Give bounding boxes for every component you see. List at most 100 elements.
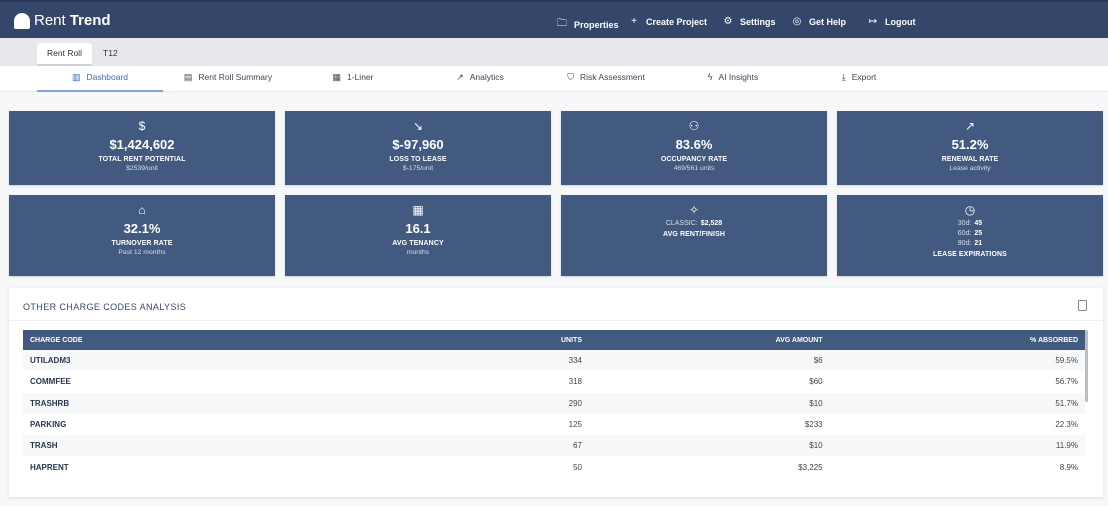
nav-label: Properties	[574, 19, 619, 30]
card-sub: $-175/unit	[402, 165, 434, 172]
card-renewal-rate: ↗ 51.2% RENEWAL RATE Lease activity	[837, 111, 1103, 185]
card-sub: 469/561 units	[673, 165, 715, 172]
nav-get-help[interactable]: ◎ Get Help	[791, 16, 846, 27]
tab-1-liner[interactable]: ▦ 1-Liner	[315, 66, 391, 92]
nav-create-project[interactable]: + Create Project	[628, 16, 707, 27]
nav-label: Settings	[740, 16, 776, 27]
exp-90d: 90d: 21	[837, 240, 1103, 247]
table-scrollbar[interactable]	[1085, 330, 1088, 402]
folder-icon: 🗀	[557, 18, 567, 29]
table-row[interactable]: TRASHRB 290 $10 51.7%	[23, 392, 1085, 414]
tab-analytics[interactable]: ↗ Analytics	[440, 66, 520, 92]
card-label: OCCUPANCY RATE	[660, 156, 728, 163]
charge-code: UTILADM3	[23, 350, 554, 372]
avg-amount: $10	[589, 392, 830, 414]
bar-chart-icon: ▥	[71, 72, 81, 82]
home-icon: ⌂	[138, 203, 146, 217]
logo[interactable]: Rent Trend	[14, 12, 111, 29]
table-row[interactable]: HAPRENT 50 $3,225 8.9%	[23, 456, 1085, 477]
table-row[interactable]: COMMFEE 318 $60 56.7%	[23, 371, 1085, 392]
exp-60d: 60d: 25	[837, 230, 1103, 237]
card-sub: months	[406, 249, 430, 256]
card-occupancy-rate: ⚇ 83.6% OCCUPANCY RATE 469/561 units	[561, 111, 827, 185]
shield-icon: ⛉	[567, 72, 575, 82]
table-row[interactable]: PARKING 125 $233 22.3%	[23, 414, 1085, 435]
card-avg-rent-finish: ✧ CLASSIC: $2,528 AVG RENT/FINISH	[561, 195, 827, 276]
brand-bold: Trend	[69, 12, 111, 29]
card-sub: Lease activity	[949, 165, 991, 172]
card-label: TURNOVER RATE	[111, 240, 173, 247]
document-icon: ▤	[183, 72, 193, 82]
kv-value: 45	[974, 220, 983, 227]
view-tabs: ▥ Dashboard ▤ Rent Roll Summary ▦ 1-Liner ↗…	[0, 66, 1108, 92]
card-label: AVG TENANCY	[392, 240, 444, 247]
subtab-t12[interactable]: T12	[93, 43, 128, 66]
nav-label: Create Project	[646, 16, 708, 27]
finish-row: CLASSIC: $2,528	[561, 220, 827, 227]
dollar-icon: $	[138, 119, 146, 133]
card-value: 51.2%	[951, 137, 989, 152]
calculator-icon[interactable]	[1078, 300, 1087, 311]
tab-label: Export	[851, 72, 877, 82]
card-label: LEASE EXPIRATIONS	[933, 251, 1007, 258]
card-sub: $2539/unit	[126, 165, 158, 172]
tab-ai-insights[interactable]: ϟ AI Insights	[695, 66, 771, 92]
nav-settings[interactable]: ⚙ Settings	[722, 16, 776, 27]
card-loss-to-lease: ↘ $-97,960 LOSS TO LEASE $-175/unit	[285, 111, 551, 185]
percent-absorbed: 59.5%	[829, 350, 1085, 372]
col-avg-amount[interactable]: AVG AMOUNT	[589, 330, 830, 350]
charge-code: HAPRENT	[30, 462, 69, 472]
card-label: TOTAL RENT POTENTIAL	[98, 156, 186, 163]
tab-dashboard[interactable]: ▥ Dashboard	[37, 66, 163, 92]
tab-rent-roll-summary[interactable]: ▤ Rent Roll Summary	[170, 66, 286, 92]
nav-label: Get Help	[809, 16, 847, 27]
building-icon	[14, 12, 30, 29]
nav-label: Logout	[885, 16, 916, 27]
clock-icon: ◷	[964, 203, 976, 217]
lightning-icon: ϟ	[707, 72, 713, 82]
card-value: 32.1%	[123, 221, 161, 236]
kv-value: 25	[974, 230, 983, 237]
trending-up-icon: ↗	[964, 119, 976, 133]
tab-label: Rent Roll Summary	[198, 72, 273, 82]
avg-amount: $3,225	[798, 462, 823, 472]
kv-key: 60d:	[957, 230, 972, 237]
units: 290	[554, 392, 589, 414]
avg-amount: $10	[589, 435, 830, 457]
download-icon: ⤓	[841, 72, 846, 82]
card-total-rent-potential: $ $1,424,602 TOTAL RENT POTENTIAL $2539/uni…	[9, 111, 275, 185]
tab-risk-assessment[interactable]: ⛉ Risk Assessment	[556, 66, 656, 92]
table-row[interactable]: TRASH 67 $10 11.9%	[23, 435, 1085, 457]
users-icon: ⚇	[688, 119, 700, 133]
col-absorbed[interactable]: % ABSORBED	[829, 330, 1085, 350]
units: 67	[554, 435, 589, 457]
nav-properties[interactable]: 🗀 Properties	[556, 16, 619, 33]
charge-code: TRASHRB	[23, 392, 554, 414]
percent-absorbed: 56.7%	[1055, 377, 1078, 387]
card-lease-expirations: ◷ 30d: 45 60d: 25 90d: 21 LEASE EXPIRATIONS	[837, 195, 1103, 276]
subtab-rent-roll[interactable]: Rent Roll	[37, 43, 92, 66]
module-tabs: Rent Roll T12	[0, 38, 1108, 66]
avg-amount: $233	[804, 420, 823, 430]
nav-logout[interactable]: ↦ Logout	[867, 16, 916, 27]
panel-title: OTHER CHARGE CODES ANALYSIS	[23, 302, 187, 312]
units: 125	[568, 420, 582, 430]
charge-code: PARKING	[30, 420, 67, 430]
kv-value: 21	[974, 240, 983, 247]
avg-amount: $60	[809, 377, 823, 387]
table-row[interactable]: UTILADM3 334 $6 59.5%	[23, 350, 1085, 372]
col-units[interactable]: UNITS	[554, 330, 589, 350]
col-charge-code[interactable]: CHARGE CODE	[23, 330, 554, 350]
tab-label: Analytics	[469, 72, 504, 82]
tab-export[interactable]: ⤓ Export	[828, 66, 890, 92]
trending-down-icon: ↘	[412, 119, 424, 133]
brand-light: Rent	[34, 12, 66, 29]
kv-key: CLASSIC:	[665, 220, 698, 227]
charge-codes-panel: OTHER CHARGE CODES ANALYSIS CHARGE CODE …	[9, 288, 1103, 497]
charge-code: TRASH	[23, 435, 554, 457]
tab-label: AI Insights	[718, 72, 759, 82]
card-value: $-97,960	[392, 137, 444, 152]
kv-key: 30d:	[957, 220, 972, 227]
top-header: Rent Trend 🗀 Properties + Create Project ⚙ S…	[0, 0, 1108, 38]
tab-label: 1-Liner	[347, 72, 374, 82]
